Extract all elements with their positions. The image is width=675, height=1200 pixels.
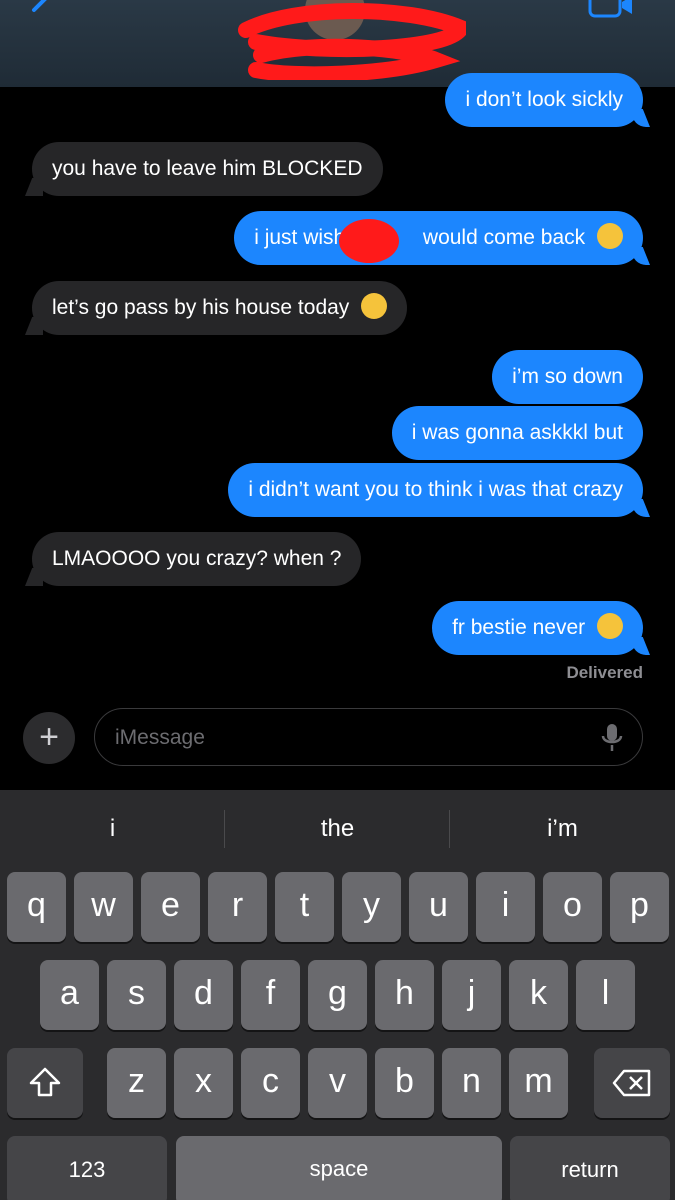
message-text: i didn’t want you to think i was that cr… xyxy=(248,478,623,501)
key-b[interactable]: b xyxy=(375,1048,434,1118)
apps-plus-button[interactable]: + xyxy=(23,712,75,764)
video-camera-icon[interactable] xyxy=(588,0,634,20)
message-bubble-received[interactable]: let’s go pass by his house today xyxy=(32,281,408,335)
key-g[interactable]: g xyxy=(308,960,367,1030)
return-key[interactable]: return xyxy=(510,1136,670,1200)
message-text: would come back xyxy=(422,226,586,249)
suggestion-item[interactable]: i’m xyxy=(450,817,675,841)
redaction-scribble xyxy=(339,219,399,263)
suggestion-item[interactable]: the xyxy=(225,817,450,841)
shift-key[interactable] xyxy=(7,1048,83,1118)
key-p[interactable]: p xyxy=(610,872,669,942)
key-q[interactable]: q xyxy=(7,872,66,942)
message-bubble-sent[interactable]: i was gonna askkkl but xyxy=(391,406,643,460)
message-bubble-sent[interactable]: i’m so down xyxy=(492,350,643,404)
key-s[interactable]: s xyxy=(107,960,166,1030)
delivery-status: Delivered xyxy=(566,663,643,682)
space-key[interactable]: space xyxy=(176,1136,502,1200)
smiling-face-with-tear-emoji xyxy=(597,613,623,640)
message-text: LMAOOOO you crazy? when ? xyxy=(52,547,342,570)
key-m[interactable]: m xyxy=(509,1048,568,1118)
key-z[interactable]: z xyxy=(107,1048,166,1118)
key-d[interactable]: d xyxy=(174,960,233,1030)
message-text: i just wish xyxy=(254,226,346,249)
key-y[interactable]: y xyxy=(342,872,401,942)
message-bubble-sent[interactable]: fr bestie never xyxy=(432,601,643,655)
message-bubble-sent[interactable]: i don’t look sickly xyxy=(445,73,643,127)
redaction-scribble xyxy=(238,3,466,80)
message-bubble-received[interactable]: you have to leave him BLOCKED xyxy=(32,142,383,196)
smiling-face-with-tear-emoji xyxy=(597,223,623,250)
key-o[interactable]: o xyxy=(543,872,602,942)
message-input-container[interactable] xyxy=(94,708,643,766)
key-e[interactable]: e xyxy=(141,872,200,942)
key-n[interactable]: n xyxy=(442,1048,501,1118)
message-text: you have to leave him BLOCKED xyxy=(52,157,363,180)
delete-key[interactable] xyxy=(594,1048,670,1118)
message-text: i don’t look sickly xyxy=(465,88,623,111)
key-v[interactable]: v xyxy=(308,1048,367,1118)
message-text: i was gonna askkkl but xyxy=(411,421,623,444)
suggestion-item[interactable]: i xyxy=(0,817,225,841)
chevron-left-icon[interactable] xyxy=(22,0,62,30)
key-t[interactable]: t xyxy=(275,872,334,942)
message-text: fr bestie never xyxy=(452,616,586,639)
microphone-icon[interactable] xyxy=(600,723,624,753)
numbers-key[interactable]: 123 xyxy=(7,1136,167,1200)
key-u[interactable]: u xyxy=(409,872,468,942)
key-w[interactable]: w xyxy=(74,872,133,942)
key-j[interactable]: j xyxy=(442,960,501,1030)
message-text: i’m so down xyxy=(512,365,623,388)
message-bubble-received[interactable]: LMAOOOO you crazy? when ? xyxy=(32,532,362,586)
key-l[interactable]: l xyxy=(576,960,635,1030)
message-bubble-sent[interactable]: i just wish would come back xyxy=(234,211,643,265)
key-k[interactable]: k xyxy=(509,960,568,1030)
key-c[interactable]: c xyxy=(241,1048,300,1118)
message-input[interactable] xyxy=(115,719,585,757)
face-with-tears-of-joy-emoji xyxy=(361,293,388,320)
message-text: let’s go pass by his house today xyxy=(52,296,350,319)
shift-arrow-icon xyxy=(29,1067,61,1097)
message-bubble-sent[interactable]: i didn’t want you to think i was that cr… xyxy=(228,463,643,517)
key-a[interactable]: a xyxy=(40,960,99,1030)
key-i[interactable]: i xyxy=(476,872,535,942)
backspace-icon xyxy=(612,1069,651,1097)
key-f[interactable]: f xyxy=(241,960,300,1030)
key-x[interactable]: x xyxy=(174,1048,233,1118)
key-r[interactable]: r xyxy=(208,872,267,942)
key-h[interactable]: h xyxy=(375,960,434,1030)
